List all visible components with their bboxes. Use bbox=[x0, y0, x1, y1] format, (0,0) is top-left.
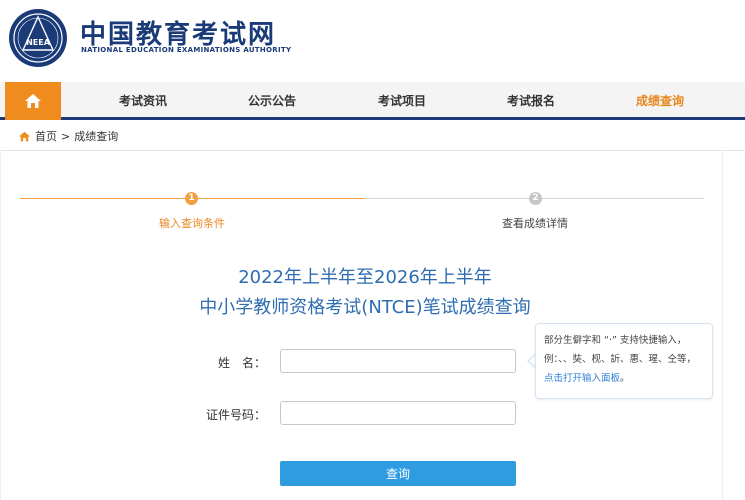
logo-text: NEEA bbox=[26, 38, 51, 47]
step-2-label: 查看成绩详情 bbox=[502, 217, 568, 230]
breadcrumb-separator: > bbox=[61, 129, 71, 143]
breadcrumb-current: 成绩查询 bbox=[74, 130, 119, 143]
id-number-input[interactable] bbox=[280, 401, 516, 425]
nav-item-registration[interactable]: 考试报名 bbox=[481, 82, 581, 120]
open-input-panel-link[interactable]: 点击打开输入面板 bbox=[544, 373, 620, 384]
step-2-indicator: 2 bbox=[529, 192, 542, 205]
site-header: NEEA 中国教育考试网 NATIONAL EDUCATION EXAMINAT… bbox=[0, 0, 745, 80]
id-number-label: 证件号码： bbox=[205, 408, 266, 422]
page-title-line-2: 中小学教师资格考试(NTCE)笔试成绩查询 bbox=[199, 297, 531, 318]
breadcrumb: 首页 > 成绩查询 bbox=[18, 126, 118, 146]
step-1-indicator: 1 bbox=[185, 192, 198, 205]
brand-subtitle: NATIONAL EDUCATION EXAMINATIONS AUTHORIT… bbox=[81, 46, 292, 54]
home-icon bbox=[25, 94, 41, 108]
neea-logo[interactable]: NEEA bbox=[8, 8, 68, 68]
page-title-line-1: 2022年上半年至2026年上半年 bbox=[238, 267, 492, 288]
nav-home-button[interactable] bbox=[5, 82, 61, 120]
step-1-label: 输入查询条件 bbox=[159, 217, 225, 230]
tooltip-end: 。 bbox=[620, 373, 630, 384]
nav-item-score-query[interactable]: 成绩查询 bbox=[610, 82, 710, 120]
main-nav: 考试资讯 公示公告 考试项目 考试报名 成绩查询 bbox=[0, 82, 745, 120]
breadcrumb-home-icon bbox=[19, 131, 30, 141]
query-button[interactable]: 查询 bbox=[280, 461, 516, 486]
name-input[interactable] bbox=[280, 349, 516, 373]
nav-item-announcements[interactable]: 公示公告 bbox=[222, 82, 322, 120]
input-hint-tooltip: 部分生僻字和 “·” 支持快捷输入，例：、、奘、枧、訢、惠、瑆、仝等， 点击打开输… bbox=[535, 323, 713, 399]
breadcrumb-home-link[interactable]: 首页 bbox=[35, 128, 57, 144]
progress-steps: 1 2 输入查询条件 查看成绩详情 bbox=[0, 188, 745, 238]
tooltip-text: 部分生僻字和 “·” 支持快捷输入，例：、、奘、枧、訢、惠、瑆、仝等， bbox=[544, 335, 697, 365]
nav-item-exam-projects[interactable]: 考试项目 bbox=[352, 82, 452, 120]
breadcrumb-divider bbox=[0, 150, 745, 151]
name-label: 姓 名： bbox=[217, 356, 266, 370]
nav-item-exam-news[interactable]: 考试资讯 bbox=[93, 82, 193, 120]
